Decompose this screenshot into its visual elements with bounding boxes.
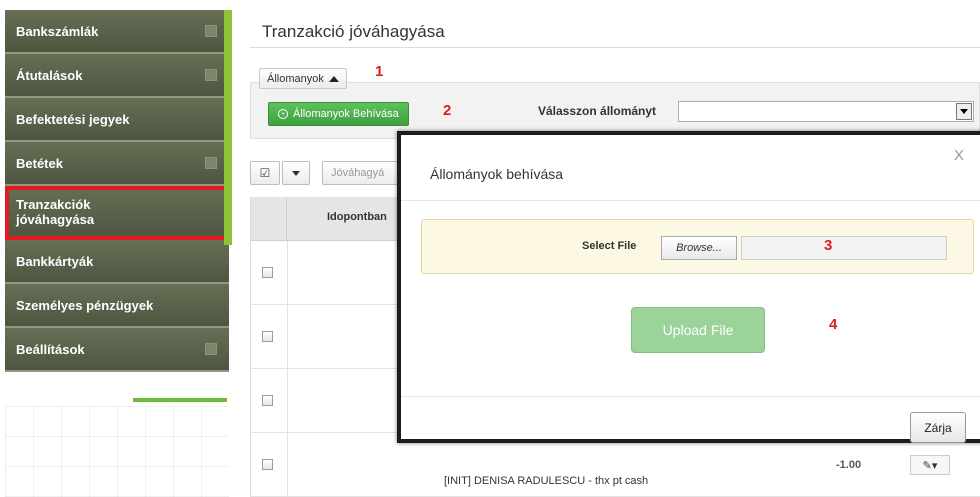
row-checkbox[interactable] [262, 331, 273, 342]
modal-title: Állományok behívása [430, 166, 564, 182]
annotation-2: 2 [443, 102, 452, 119]
sidebar-item-label: Beállítások [16, 341, 85, 357]
approve-label: Jóváhagyá [331, 167, 385, 179]
approve-button[interactable]: Jóváhagyá [322, 161, 402, 185]
sidebar-item-settings[interactable]: Beállítások [5, 328, 229, 372]
sidebar-item-transaction-approval[interactable]: Tranzakciók jóváhagyása [5, 186, 229, 240]
sidebar-item-label: Átutalások [16, 67, 83, 83]
file-select[interactable] [678, 101, 974, 122]
annotation-3: 3 [824, 237, 833, 254]
caret-down-icon [292, 170, 300, 176]
expand-icon [205, 343, 217, 355]
sidebar-item-label: Tranzakciók jóváhagyása [16, 197, 95, 227]
caret-up-icon [328, 75, 339, 82]
file-select-row: Select File Browse... [421, 219, 974, 274]
sidebar-item-label: Bankszámlák [16, 23, 99, 39]
dropdown-arrow-icon[interactable] [956, 103, 972, 120]
close-icon[interactable]: X [954, 147, 964, 164]
sidebar-item-label: Betétek [16, 155, 63, 171]
expand-icon [205, 69, 217, 81]
expand-icon [205, 25, 217, 37]
row-actions-button[interactable]: ✎▾ [910, 455, 950, 475]
select-file-label: Select File [582, 240, 637, 252]
annotation-1: 1 [375, 63, 384, 80]
divider [401, 200, 980, 201]
sidebar-accent-strip [224, 10, 232, 245]
upload-modal: Állományok behívása X Select File Browse… [397, 131, 980, 443]
upload-files-button[interactable]: + Állomanyok Behívása [268, 102, 409, 126]
checkbox-icon: ☑ [259, 166, 271, 180]
divider [401, 396, 980, 397]
row-checkbox[interactable] [262, 395, 273, 406]
file-name-field [741, 236, 947, 260]
row-amount: -1.00 [836, 459, 862, 471]
expand-icon [205, 157, 217, 169]
select-file-label: Válasszon állományt [538, 104, 657, 118]
close-button[interactable]: Zárja [910, 412, 966, 443]
upload-files-label: Állomanyok Behívása [293, 108, 399, 120]
select-dropdown-button[interactable] [282, 161, 310, 185]
sidebar-item-label: Személyes pénzügyek [16, 297, 154, 313]
sidebar-item-label: Bankkártyák [16, 253, 94, 269]
header-check-cell [251, 197, 287, 241]
files-tab-label: Állomanyok [267, 72, 324, 85]
page-title: Tranzakció jóváhagyása [262, 22, 445, 41]
sidebar-item-label: Befektetési jegyek [16, 111, 130, 127]
row-checkbox[interactable] [262, 267, 273, 278]
sidebar-item-transfers[interactable]: Átutalások [5, 54, 229, 98]
sidebar-item-bank-cards[interactable]: Bankkártyák [5, 240, 229, 284]
sidebar-item-deposits[interactable]: Betétek [5, 142, 229, 186]
sidebar-item-investment-funds[interactable]: Befektetési jegyek [5, 98, 229, 142]
row-description: [INIT] DENISA RADULESCU - thx pt cash [444, 475, 649, 487]
plus-circle-icon: + [278, 109, 288, 119]
upload-file-button[interactable]: Upload File [631, 307, 765, 353]
sidebar-item-personal-finance[interactable]: Személyes pénzügyek [5, 284, 229, 328]
wrench-icon: ✎▾ [922, 459, 938, 472]
browse-button[interactable]: Browse... [661, 236, 737, 260]
row-checkbox[interactable] [262, 459, 273, 470]
sidebar-item-bank-accounts[interactable]: Bankszámlák [5, 10, 229, 54]
files-tab[interactable]: Állomanyok [259, 68, 347, 89]
select-all-button[interactable]: ☑ [250, 161, 280, 185]
decorative-line [133, 398, 227, 402]
divider [250, 47, 980, 48]
annotation-4: 4 [829, 316, 838, 333]
column-header-time[interactable]: Idopontban [327, 211, 387, 223]
sidebar-nav: Bankszámlák Átutalások Befektetési jegye… [5, 10, 229, 372]
decorative-pattern [5, 406, 229, 497]
